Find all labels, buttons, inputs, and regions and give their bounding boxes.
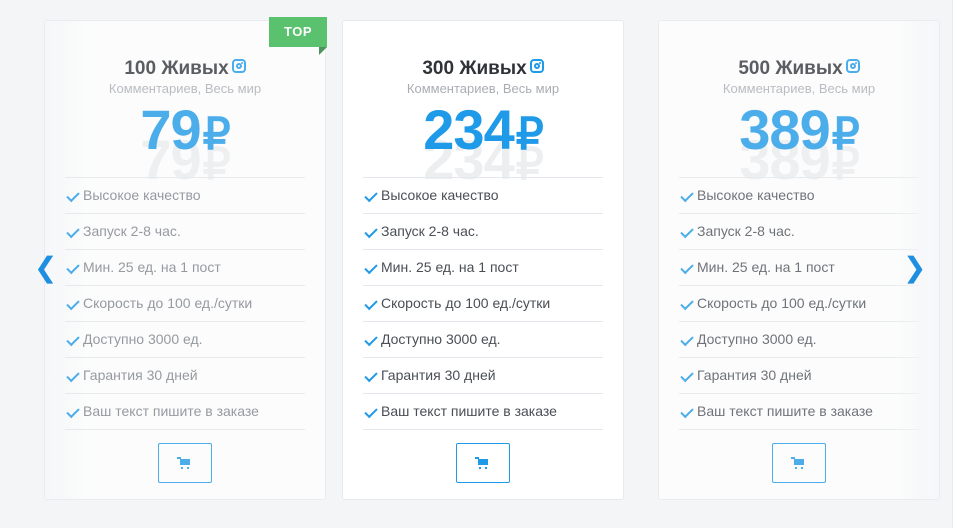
check-icon — [364, 260, 378, 275]
feature-item: Ваш текст пишите в заказе — [363, 394, 603, 430]
feature-item: Мин. 25 ед. на 1 пост — [363, 250, 603, 286]
feature-item: Доступно 3000 ед. — [363, 322, 603, 358]
check-icon — [680, 260, 694, 275]
check-icon — [364, 332, 378, 347]
feature-item: Ваш текст пишите в заказе — [65, 394, 305, 430]
check-icon — [364, 296, 378, 311]
check-icon — [364, 404, 378, 419]
price-value: 79 — [140, 98, 201, 161]
feature-item: Гарантия 30 дней — [363, 358, 603, 394]
top-badge: TOP — [269, 17, 327, 55]
feature-item: Запуск 2-8 час. — [679, 214, 919, 250]
check-icon — [66, 224, 80, 239]
feature-item: Доступно 3000 ед. — [65, 322, 305, 358]
check-icon — [364, 224, 378, 239]
price-value: 389 — [739, 98, 830, 161]
pricing-card-300: 300 Живых Комментариев, Весь мир 234₽ 23… — [342, 20, 624, 500]
add-to-cart-button[interactable] — [158, 443, 212, 483]
card-subtitle: Комментариев, Весь мир — [108, 81, 262, 96]
check-icon — [66, 332, 80, 347]
feature-item: Высокое качество — [679, 178, 919, 214]
pricing-card-100: 100 Живых Комментариев, Весь мир 79₽ 79₽… — [44, 17, 327, 500]
feature-item: Гарантия 30 дней — [65, 358, 305, 394]
currency-symbol: ₽ — [831, 110, 860, 159]
feature-item: Скорость до 100 ед./сутки — [679, 286, 919, 322]
check-icon — [66, 296, 80, 311]
card-subtitle: Комментариев, Весь мир — [722, 81, 876, 96]
card-title: 300 Живых — [343, 58, 623, 80]
cart-icon — [475, 457, 488, 469]
check-icon — [364, 368, 378, 383]
card-price: 79₽ — [45, 99, 325, 166]
check-icon — [680, 224, 694, 239]
check-icon — [66, 188, 80, 203]
currency-symbol: ₽ — [202, 110, 231, 159]
feature-item: Ваш текст пишите в заказе — [679, 394, 919, 430]
feature-list: Высокое качество Запуск 2-8 час. Мин. 25… — [363, 177, 603, 430]
card-subtitle: Комментариев, Весь мир — [406, 81, 560, 96]
check-icon — [66, 368, 80, 383]
carousel-next-arrow-icon[interactable]: ❯ — [903, 254, 926, 282]
card-title: 500 Живых — [659, 58, 939, 80]
feature-item: Скорость до 100 ед./сутки — [65, 286, 305, 322]
check-icon — [680, 296, 694, 311]
card-title: 100 Живых — [45, 58, 325, 80]
feature-item: Доступно 3000 ед. — [679, 322, 919, 358]
feature-list: Высокое качество Запуск 2-8 час. Мин. 25… — [65, 177, 305, 430]
check-icon — [680, 332, 694, 347]
feature-item: Гарантия 30 дней — [679, 358, 919, 394]
currency-symbol: ₽ — [515, 110, 544, 159]
cart-icon — [177, 457, 190, 469]
price-value: 234 — [423, 98, 514, 161]
add-to-cart-button[interactable] — [772, 443, 826, 483]
instagram-icon — [231, 59, 246, 73]
add-to-cart-button[interactable] — [456, 443, 510, 483]
card-price: 234₽ — [343, 99, 623, 166]
feature-item: Высокое качество — [65, 178, 305, 214]
feature-item: Запуск 2-8 час. — [363, 214, 603, 250]
check-icon — [680, 188, 694, 203]
feature-item: Мин. 25 ед. на 1 пост — [679, 250, 919, 286]
check-icon — [680, 368, 694, 383]
feature-item: Скорость до 100 ед./сутки — [363, 286, 603, 322]
page-edge — [952, 0, 957, 528]
carousel-prev-arrow-icon[interactable]: ❮ — [34, 254, 57, 282]
check-icon — [364, 188, 378, 203]
feature-item: Запуск 2-8 час. — [65, 214, 305, 250]
card-price: 389₽ — [659, 99, 939, 166]
instagram-icon — [529, 59, 544, 73]
check-icon — [680, 404, 694, 419]
cart-icon — [791, 457, 804, 469]
instagram-icon — [845, 59, 860, 73]
feature-item: Высокое качество — [363, 178, 603, 214]
feature-list: Высокое качество Запуск 2-8 час. Мин. 25… — [679, 177, 919, 430]
check-icon — [66, 404, 80, 419]
check-icon — [66, 260, 80, 275]
pricing-card-500: 500 Живых Комментариев, Весь мир 389₽ 38… — [658, 20, 940, 500]
feature-item: Мин. 25 ед. на 1 пост — [65, 250, 305, 286]
